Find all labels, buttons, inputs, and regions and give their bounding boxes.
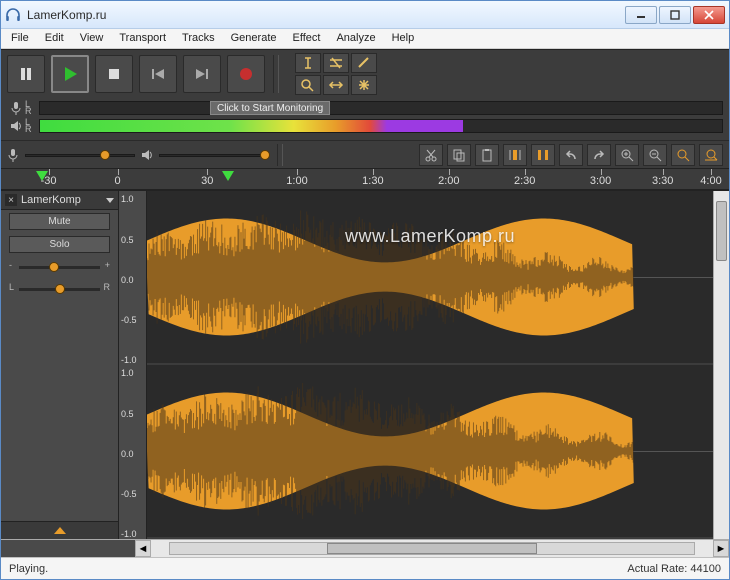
amplitude-scale: 1.00.50.0-0.5-1.0 [119, 365, 147, 539]
recording-meter[interactable]: L R Click to Start Monitoring [7, 100, 723, 116]
toolbar-separator [273, 55, 279, 93]
amplitude-scale: 1.00.50.0-0.5-1.0 [119, 191, 147, 365]
track-name[interactable]: LamerKomp [21, 194, 102, 206]
ruler-tick: -30 [49, 169, 50, 190]
menu-effect[interactable]: Effect [285, 29, 329, 48]
menu-transport[interactable]: Transport [111, 29, 174, 48]
multi-tool[interactable] [351, 75, 377, 95]
ruler-tick: 3:30 [663, 169, 664, 190]
mute-button[interactable]: Mute [9, 213, 110, 230]
copy-button[interactable] [447, 144, 471, 166]
window-title: LamerKomp.ru [27, 8, 625, 22]
speaker-icon [141, 148, 153, 162]
play-button[interactable] [51, 55, 89, 93]
ruler-tick: 0 [118, 169, 119, 190]
menu-edit[interactable]: Edit [37, 29, 72, 48]
ruler-tick: 1:00 [297, 169, 298, 190]
ruler-tick: 4:00 [711, 169, 712, 190]
maximize-button[interactable] [659, 6, 691, 24]
microphone-icon [7, 148, 19, 162]
recording-volume-slider[interactable] [25, 147, 135, 163]
menubar: FileEditViewTransportTracksGenerateEffec… [1, 29, 729, 49]
fit-selection-button[interactable] [671, 144, 695, 166]
skip-end-button[interactable] [183, 55, 221, 93]
menu-file[interactable]: File [3, 29, 37, 48]
ruler-tick: 1:30 [373, 169, 374, 190]
menu-generate[interactable]: Generate [223, 29, 285, 48]
status-rate-value: 44100 [690, 563, 721, 575]
horizontal-scrollbar[interactable]: ◄ ► [1, 539, 729, 557]
status-bar: Playing. Actual Rate: 44100 [1, 557, 729, 579]
scroll-left-arrow[interactable]: ◄ [135, 540, 151, 557]
playback-volume-slider[interactable] [159, 147, 269, 163]
vertical-scrollbar[interactable] [713, 191, 729, 539]
transport-toolbar [1, 50, 729, 98]
waveform-channel-right[interactable] [147, 365, 713, 539]
mixer-edit-toolbar [1, 140, 729, 168]
zoom-tool[interactable] [295, 75, 321, 95]
rec-channel-labels: L R [25, 101, 39, 115]
ruler-tick: 3:00 [601, 169, 602, 190]
timeline-ruler[interactable]: -30 0 30 1:00 1:30 2:00 2:30 3:00 3:30 4:00 [1, 168, 729, 190]
zoom-in-button[interactable] [615, 144, 639, 166]
selection-tool[interactable] [295, 53, 321, 73]
envelope-tool[interactable] [323, 53, 349, 73]
timeshift-tool[interactable] [323, 75, 349, 95]
redo-button[interactable] [587, 144, 611, 166]
minimize-button[interactable] [625, 6, 657, 24]
tools-grid [295, 53, 377, 95]
speaker-icon [7, 119, 25, 133]
app-headphones-icon [5, 7, 21, 23]
trim-button[interactable] [503, 144, 527, 166]
track-close-button[interactable]: × [5, 194, 17, 206]
playback-meter[interactable]: L R [7, 118, 723, 134]
stop-button[interactable] [95, 55, 133, 93]
titlebar: LamerKomp.ru [1, 1, 729, 29]
menu-view[interactable]: View [72, 29, 112, 48]
ruler-tick: 30 [207, 169, 208, 190]
fit-project-button[interactable] [699, 144, 723, 166]
menu-tracks[interactable]: Tracks [174, 29, 223, 48]
status-state: Playing. [9, 563, 48, 575]
undo-button[interactable] [559, 144, 583, 166]
silence-button[interactable] [531, 144, 555, 166]
status-rate-label: Actual Rate: [627, 563, 687, 575]
close-button[interactable] [693, 6, 725, 24]
track-collapse-button[interactable] [1, 521, 118, 539]
ruler-tick: 2:30 [525, 169, 526, 190]
track-area: × LamerKomp Mute Solo - + L R 1.00.50.0-… [1, 191, 729, 539]
playhead-pin[interactable] [222, 171, 234, 181]
track-control-panel: × LamerKomp Mute Solo - + L R [1, 191, 119, 539]
play-channel-labels: L R [25, 119, 39, 133]
paste-button[interactable] [475, 144, 499, 166]
pause-button[interactable] [7, 55, 45, 93]
skip-start-button[interactable] [139, 55, 177, 93]
microphone-icon [7, 101, 25, 115]
scroll-right-arrow[interactable]: ► [713, 540, 729, 557]
zoom-out-button[interactable] [643, 144, 667, 166]
ruler-tick: 2:00 [449, 169, 450, 190]
cut-button[interactable] [419, 144, 443, 166]
toolbar-separator [277, 144, 283, 166]
click-to-monitor-hint[interactable]: Click to Start Monitoring [210, 101, 330, 115]
pan-slider[interactable]: L R [9, 282, 110, 296]
solo-button[interactable]: Solo [9, 236, 110, 253]
waveform-channel-left[interactable]: www.LamerKomp.ru [147, 191, 713, 365]
record-button[interactable] [227, 55, 265, 93]
track-menu-dropdown[interactable] [106, 198, 114, 203]
draw-tool[interactable] [351, 53, 377, 73]
gain-slider[interactable]: - + [9, 260, 110, 274]
menu-analyze[interactable]: Analyze [328, 29, 383, 48]
menu-help[interactable]: Help [384, 29, 423, 48]
